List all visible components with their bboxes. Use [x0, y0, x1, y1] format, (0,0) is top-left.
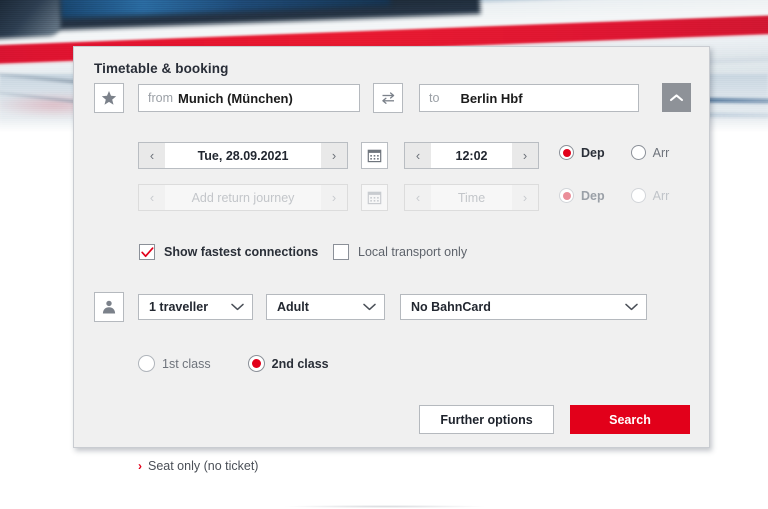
- page-root: Timetable & booking from Munich (München…: [0, 0, 768, 509]
- bahncard-select[interactable]: No BahnCard: [400, 294, 647, 320]
- traveller-type-value: Adult: [277, 300, 309, 314]
- collapse-panel-button[interactable]: [662, 83, 691, 112]
- outbound-date-prev[interactable]: ‹: [139, 143, 165, 168]
- origin-input[interactable]: from Munich (München): [138, 84, 360, 112]
- outbound-time-next[interactable]: ›: [512, 143, 538, 168]
- return-dep-label: Dep: [581, 188, 605, 203]
- return-arr-label: Arr: [652, 188, 670, 203]
- search-button[interactable]: Search: [570, 405, 690, 434]
- return-arr-radio[interactable]: Arr: [630, 188, 670, 203]
- return-date-placeholder[interactable]: Add return journey: [165, 185, 321, 210]
- seat-only-chevron-icon: ›: [138, 459, 142, 473]
- favourite-button[interactable]: [94, 83, 124, 113]
- origin-value: Munich (München): [178, 90, 293, 106]
- return-time-prev[interactable]: ‹: [405, 185, 431, 210]
- outbound-time-prev[interactable]: ‹: [405, 143, 431, 168]
- outbound-dep-radio[interactable]: Dep: [559, 145, 605, 160]
- further-options-button[interactable]: Further options: [419, 405, 554, 434]
- local-transport-label: Local transport only: [358, 245, 468, 259]
- second-class-radio[interactable]: 2nd class: [247, 355, 329, 372]
- fastest-connections-checkbox-box[interactable]: [139, 244, 155, 260]
- return-dep-radio-circle[interactable]: [559, 188, 574, 203]
- first-class-label: 1st class: [162, 356, 211, 371]
- outbound-dep-label: Dep: [581, 145, 605, 160]
- outbound-dep-radio-circle[interactable]: [559, 145, 574, 160]
- destination-input[interactable]: to Berlin Hbf: [419, 84, 639, 112]
- swap-stations-button[interactable]: [373, 83, 403, 113]
- outbound-time-value[interactable]: 12:02: [431, 143, 512, 168]
- bahncard-value: No BahnCard: [411, 300, 491, 314]
- first-class-radio-circle[interactable]: [138, 355, 155, 372]
- traveller-icon-box: [94, 292, 124, 322]
- return-arr-radio-circle[interactable]: [630, 188, 646, 203]
- chevron-up-icon: [669, 93, 684, 101]
- swap-arrows-icon: [381, 91, 394, 104]
- origin-label: from: [148, 91, 173, 105]
- outbound-arr-radio[interactable]: Arr: [630, 145, 670, 160]
- outbound-dep-arr-group: Dep Arr: [559, 145, 669, 160]
- traveller-count-select[interactable]: 1 traveller: [138, 294, 253, 320]
- fastest-connections-checkbox[interactable]: Show fastest connections: [139, 244, 318, 260]
- return-dep-radio-dot: [562, 191, 571, 200]
- chevron-down-icon: [231, 303, 244, 311]
- outbound-dep-radio-dot: [562, 148, 571, 157]
- seat-only-label: Seat only (no ticket): [148, 459, 259, 473]
- travel-class-group: 1st class 2nd class: [138, 355, 329, 372]
- person-icon: [102, 300, 116, 314]
- collapse-panel-button-box[interactable]: [662, 83, 691, 112]
- second-class-radio-circle[interactable]: [247, 355, 265, 372]
- local-transport-checkbox-box[interactable]: [333, 244, 349, 260]
- calendar-icon: [367, 191, 382, 205]
- first-class-radio[interactable]: 1st class: [138, 355, 211, 372]
- seat-only-link[interactable]: › Seat only (no ticket): [138, 459, 258, 473]
- timetable-booking-panel: Timetable & booking from Munich (München…: [73, 46, 710, 473]
- traveller-type-select[interactable]: Adult: [266, 294, 385, 320]
- outbound-calendar-button[interactable]: [361, 142, 388, 169]
- outbound-arr-label: Arr: [652, 145, 670, 160]
- page-bottom-shadow: [285, 505, 485, 508]
- return-calendar-button[interactable]: [361, 184, 388, 211]
- traveller-icon-button: [94, 292, 124, 322]
- return-time-placeholder[interactable]: Time: [431, 185, 512, 210]
- return-time-next[interactable]: ›: [512, 185, 538, 210]
- local-transport-checkbox[interactable]: Local transport only: [333, 244, 467, 260]
- chevron-down-icon: [625, 303, 638, 311]
- outbound-arr-radio-circle[interactable]: [630, 145, 646, 160]
- return-dep-arr-group: Dep Arr: [559, 188, 669, 203]
- return-date-next[interactable]: ›: [321, 185, 347, 210]
- swap-stations-button-box[interactable]: [373, 83, 403, 113]
- return-time-stepper[interactable]: ‹ Time ›: [404, 184, 539, 211]
- outbound-date-stepper[interactable]: ‹ Tue, 28.09.2021 ›: [138, 142, 348, 169]
- fastest-connections-label: Show fastest connections: [164, 245, 319, 259]
- chevron-down-icon: [363, 303, 376, 311]
- favourite-button-box[interactable]: [94, 83, 124, 113]
- star-icon: [101, 91, 117, 105]
- second-class-label: 2nd class: [271, 356, 329, 371]
- destination-value: Berlin Hbf: [460, 90, 523, 106]
- return-date-prev[interactable]: ‹: [139, 185, 165, 210]
- return-dep-radio[interactable]: Dep: [559, 188, 605, 203]
- return-date-stepper[interactable]: ‹ Add return journey ›: [138, 184, 348, 211]
- outbound-time-stepper[interactable]: ‹ 12:02 ›: [404, 142, 539, 169]
- panel-title: Timetable & booking: [94, 61, 229, 76]
- destination-label: to: [429, 91, 440, 105]
- outbound-date-next[interactable]: ›: [321, 143, 347, 168]
- outbound-date-value[interactable]: Tue, 28.09.2021: [165, 143, 321, 168]
- checkmark-icon: [140, 246, 153, 257]
- traveller-count-value: 1 traveller: [149, 300, 209, 314]
- calendar-icon: [367, 149, 382, 163]
- second-class-radio-dot: [251, 359, 261, 368]
